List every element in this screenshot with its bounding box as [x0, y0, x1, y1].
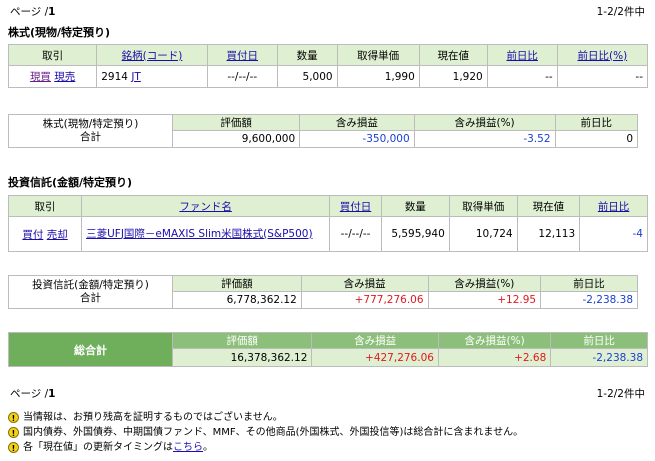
funds-table: 取引 ファンド名 買付日 数量 取得単価 現在値 前日比 買付 売却 三菱UFJ… [7, 195, 648, 252]
fund-col-quantity: 数量 [381, 195, 450, 217]
warning-icon: ! [8, 412, 19, 423]
gt-col-pl-pct: 含み損益(%) [437, 332, 552, 349]
fsum-col-value: 評価額 [172, 275, 302, 292]
stock-name-link[interactable]: JT [131, 71, 141, 83]
funds-sum-value: 6,778,362.12 [172, 291, 302, 309]
funds-sum-pl-pct: +12.95 [427, 291, 542, 309]
stocks-summary-label: 株式(現物/特定預り) 合計 [8, 114, 173, 148]
stocks-header-row: 取引 銘柄(コード) 買付日 数量 取得単価 現在値 前日比 前日比(%) [7, 44, 649, 66]
gt-change: -2,238.38 [550, 348, 648, 367]
note-item: ! 当情報は、お預り残高を証明するものではございません。 [8, 410, 523, 425]
fund-qty: 5,595,940 [381, 216, 450, 252]
fund-price: 12,113 [516, 216, 581, 252]
col-trade: 取引 [7, 44, 98, 66]
fund-date: --/--/-- [329, 216, 382, 252]
fsum-col-pl: 含み損益 [300, 275, 429, 292]
funds-section-title: 投資信託(金額/特定預り) [8, 176, 133, 189]
gt-pl: +427,276.06 [311, 348, 439, 367]
funds-summary-label: 投資信託(金額/特定預り) 合計 [8, 275, 173, 309]
stock-sell-link[interactable]: 現売 [54, 71, 75, 83]
note-text: 国内債券、外国債券、中期国債ファンド、MMF、その他商品(外国株式、外国投信等)… [23, 427, 524, 438]
stock-buy-link[interactable]: 現買 [30, 71, 51, 83]
fund-buy-link[interactable]: 買付 [22, 229, 43, 241]
note-item: ! 国内債券、外国債券、中期国債ファンド、MMF、その他商品(外国株式、外国投信… [8, 425, 523, 440]
stock-qty: 5,000 [276, 65, 338, 88]
fund-sell-link[interactable]: 売却 [47, 229, 68, 241]
fund-cost: 10,724 [448, 216, 518, 252]
pager-label: ページ / [10, 6, 49, 18]
stocks-sum-change: 0 [554, 130, 638, 148]
funds-summary-table: 投資信託(金額/特定預り) 合計 評価額 含み損益 含み損益(%) 前日比 6,… [8, 275, 638, 309]
funds-summary-label-2: 合計 [80, 292, 101, 304]
stock-code: 2914 [101, 70, 128, 83]
table-row: 買付 売却 三菱UFJ国際－eMAXIS Slim米国株式(S&P500) --… [7, 216, 648, 252]
fund-col-buy-date-link[interactable]: 買付日 [340, 201, 372, 213]
fund-name-link[interactable]: 三菱UFJ国際－eMAXIS Slim米国株式(S&P500) [86, 228, 312, 240]
funds-sum-change: -2,238.38 [540, 291, 638, 309]
pager-top: ページ /1 [10, 4, 55, 19]
gt-col-pl: 含み損益 [311, 332, 439, 349]
fund-col-name-link[interactable]: ファンド名 [179, 201, 232, 213]
stocks-table: 取引 銘柄(コード) 買付日 数量 取得単価 現在値 前日比 前日比(%) 現買… [7, 44, 649, 88]
stock-cost: 1,990 [336, 65, 420, 88]
col-cost: 取得単価 [336, 44, 420, 66]
gt-pl-pct: +2.68 [437, 348, 552, 367]
fund-change: -4 [579, 216, 648, 252]
gt-value: 16,378,362.12 [171, 348, 313, 367]
fund-col-trade: 取引 [7, 195, 83, 217]
stocks-sum-pl: -350,000 [299, 130, 415, 148]
stock-change: -- [486, 65, 558, 88]
col-buy-date-link[interactable]: 買付日 [227, 50, 259, 62]
note-text: 各「現在値」の更新タイミングは [23, 442, 173, 453]
pager-bottom: ページ /1 [10, 386, 55, 401]
warning-icon: ! [8, 427, 19, 438]
col-stock-name-link[interactable]: 銘柄(コード) [122, 50, 183, 62]
funds-header-row: 取引 ファンド名 買付日 数量 取得単価 現在値 前日比 [7, 195, 648, 217]
pager-page[interactable]: 1 [48, 388, 55, 400]
gt-col-value: 評価額 [171, 332, 313, 349]
fsum-col-change: 前日比 [540, 275, 638, 292]
fsum-col-pl-pct: 含み損益(%) [427, 275, 542, 292]
update-timing-link[interactable]: こちら [173, 442, 203, 453]
stock-date: --/--/-- [206, 65, 278, 88]
col-change-pct-link[interactable]: 前日比(%) [578, 50, 628, 62]
result-count-bottom: 1-2/2件中 [596, 388, 645, 400]
table-row: 現買 現売 2914 JT --/--/-- 5,000 1,990 1,920… [7, 65, 649, 88]
fund-col-change-link[interactable]: 前日比 [598, 201, 630, 213]
gt-col-change: 前日比 [550, 332, 648, 349]
col-quantity: 数量 [276, 44, 338, 66]
col-price: 現在値 [418, 44, 488, 66]
warning-icon: ! [8, 442, 19, 453]
stock-change-pct: -- [556, 65, 649, 88]
pager-page[interactable]: 1 [48, 6, 55, 18]
grand-total-label: 総合計 [8, 332, 173, 367]
fund-col-price: 現在値 [516, 195, 581, 217]
funds-sum-pl: +777,276.06 [300, 291, 429, 309]
grand-total-table: 総合計 評価額 含み損益 含み損益(%) 前日比 16,378,362.12 +… [8, 332, 648, 367]
stock-price: 1,920 [418, 65, 488, 88]
funds-summary-label-1: 投資信託(金額/特定預り) [32, 279, 149, 291]
sum-col-change: 前日比 [554, 114, 638, 131]
note-suffix: 。 [203, 442, 213, 453]
fund-col-cost: 取得単価 [448, 195, 518, 217]
col-change-link[interactable]: 前日比 [506, 50, 538, 62]
result-count-top: 1-2/2件中 [596, 6, 645, 18]
stocks-section-title: 株式(現物/特定預り) [8, 26, 111, 39]
stocks-summary-label-2: 合計 [80, 131, 101, 143]
sum-col-pl-pct: 含み損益(%) [413, 114, 556, 131]
note-text: 当情報は、お預り残高を証明するものではございません。 [23, 412, 283, 423]
stocks-sum-value: 9,600,000 [171, 130, 301, 148]
stocks-sum-pl-pct: -3.52 [413, 130, 556, 148]
stocks-summary-table: 株式(現物/特定預り) 合計 評価額 含み損益 含み損益(%) 前日比 9,60… [8, 114, 638, 148]
stocks-summary-label-1: 株式(現物/特定預り) [42, 118, 139, 130]
sum-col-value: 評価額 [171, 114, 301, 131]
note-item: ! 各「現在値」の更新タイミングはこちら。 [8, 440, 523, 455]
notes: ! 当情報は、お預り残高を証明するものではございません。 ! 国内債券、外国債券… [8, 410, 523, 455]
pager-label: ページ / [10, 388, 49, 400]
sum-col-pl: 含み損益 [299, 114, 415, 131]
